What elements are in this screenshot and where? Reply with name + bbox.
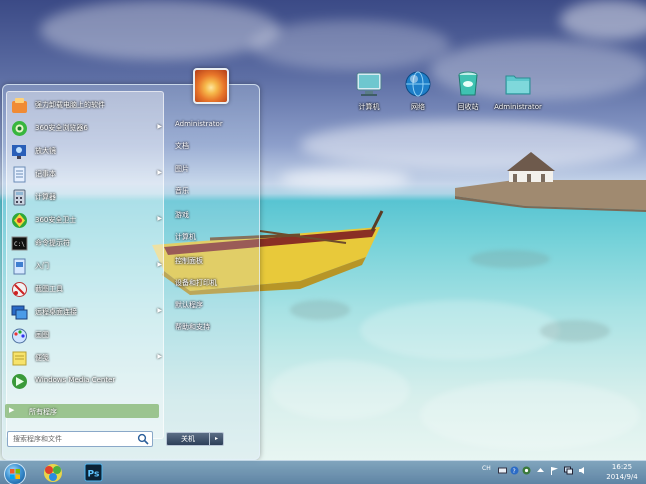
right-link-administrator[interactable]: Administrator (175, 120, 223, 128)
program-item[interactable]: 截图工具 (7, 278, 163, 300)
right-link-music[interactable]: 音乐 (175, 186, 189, 196)
keyboard-icon[interactable] (498, 466, 507, 475)
browser-360-taskbar-icon[interactable] (38, 462, 68, 484)
submenu-arrow-icon[interactable]: ▶ (157, 261, 162, 268)
desktop-icon-label: 计算机 (358, 103, 380, 111)
remote-desktop-icon (11, 305, 28, 320)
desktop-icon-label: 网络 (411, 103, 425, 111)
user-folder-icon (505, 75, 531, 95)
snipping-tool-icon (12, 282, 27, 297)
all-programs-button[interactable]: ▶ 所有程序 (5, 404, 159, 418)
expand-arrow-icon: ▶ (9, 406, 15, 414)
uninstaller-icon (12, 98, 27, 113)
desktop-icon-label: Administrator (494, 103, 542, 111)
start-button[interactable] (4, 463, 26, 484)
recycle-bin-icon (458, 71, 478, 96)
submenu-arrow-icon[interactable]: ▶ (157, 353, 162, 360)
right-link-help-support[interactable]: 帮助和支持 (175, 322, 210, 332)
program-item[interactable]: 远程桌面连接 ▶ (7, 301, 163, 323)
clock-time: 16:25 (611, 463, 633, 471)
program-item[interactable]: 便笺 ▶ (7, 347, 163, 369)
show-hidden-icons-icon[interactable] (536, 466, 545, 475)
desktop-icon-recycle-bin[interactable]: 回收站 (443, 70, 493, 112)
getting-started-icon (13, 258, 26, 275)
program-item[interactable]: 强力卸载电脑上的软件 (7, 94, 163, 116)
notepad-icon (13, 166, 26, 183)
right-link-control-panel[interactable]: 控制面板 (175, 256, 203, 266)
program-item[interactable]: C:\ 命令提示符 (7, 232, 163, 254)
submenu-arrow-icon[interactable]: ▶ (157, 123, 162, 130)
security-360-icon (12, 213, 27, 228)
program-item[interactable]: 记事本 ▶ (7, 163, 163, 185)
desktop-icon-network[interactable]: 网络 (393, 70, 443, 112)
right-link-computer[interactable]: 计算机 (175, 232, 196, 242)
svg-text:?: ? (513, 468, 516, 475)
desktop-icon-computer[interactable]: 计算机 (344, 70, 394, 112)
browser-360-icon (12, 121, 27, 136)
right-link-games[interactable]: 游戏 (175, 210, 189, 220)
search-icon[interactable] (137, 433, 149, 445)
volume-icon[interactable] (578, 466, 587, 475)
network-globe-icon (405, 71, 431, 97)
user-account-picture[interactable] (193, 68, 229, 104)
sticky-notes-icon (12, 351, 27, 366)
language-indicator[interactable]: CH (482, 465, 491, 472)
program-item[interactable]: 360安全浏览器6 ▶ (7, 117, 163, 139)
start-menu-program-list: 强力卸载电脑上的软件 360安全浏览器6 ▶ 放大镜 记事本 ▶ 计算器 360… (6, 91, 164, 439)
right-link-default-programs[interactable]: 默认程序 (175, 300, 203, 310)
desktop-icon-administrator[interactable]: Administrator (492, 70, 544, 112)
search-input[interactable] (8, 432, 132, 446)
program-item[interactable]: 360安全卫士 ▶ (7, 209, 163, 231)
program-item[interactable]: 画图 (7, 324, 163, 346)
desktop-icon-label: 回收站 (457, 103, 479, 111)
windows-logo-icon (10, 469, 20, 479)
ime-settings-icon[interactable] (522, 466, 531, 475)
program-item[interactable]: Windows Media Center (7, 370, 163, 392)
computer-icon (356, 72, 382, 96)
photoshop-icon: Ps (84, 463, 103, 482)
right-link-pictures[interactable]: 图片 (175, 164, 189, 174)
submenu-arrow-icon[interactable]: ▶ (157, 215, 162, 222)
shutdown-options-button[interactable]: ▸ (210, 432, 224, 446)
photoshop-taskbar-icon[interactable]: Ps (78, 462, 108, 484)
svg-text:C:\: C:\ (14, 241, 25, 248)
cmd-icon: C:\ (11, 236, 28, 251)
pier-gazebo (455, 152, 646, 212)
calculator-icon (13, 189, 26, 206)
shutdown-button[interactable]: 关机 (166, 432, 210, 446)
magnifier-icon (12, 145, 26, 159)
program-item[interactable]: 放大镜 (7, 140, 163, 162)
media-center-icon (12, 374, 27, 389)
program-item[interactable]: 入门 ▶ (7, 255, 163, 277)
start-search-box[interactable] (7, 431, 153, 447)
right-link-documents[interactable]: 文档 (175, 141, 189, 151)
program-item[interactable]: 计算器 (7, 186, 163, 208)
clock-date: 2014/9/4 (606, 473, 638, 481)
submenu-arrow-icon[interactable]: ▶ (157, 169, 162, 176)
clock[interactable]: 16:25 2014/9/4 (604, 462, 640, 482)
submenu-arrow-icon[interactable]: ▶ (157, 307, 162, 314)
network-status-icon[interactable] (564, 466, 573, 475)
svg-text:Ps: Ps (88, 470, 100, 480)
help-icon[interactable]: ? (510, 466, 519, 475)
right-link-devices-printers[interactable]: 设备和打印机 (175, 278, 217, 288)
paint-icon (12, 328, 27, 344)
action-center-flag-icon[interactable] (550, 466, 559, 475)
browser-360-icon (44, 464, 62, 482)
